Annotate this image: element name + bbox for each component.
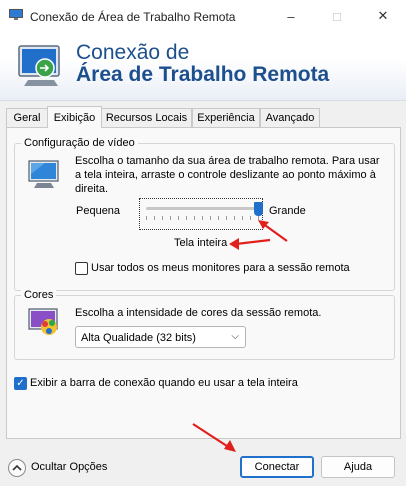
slider-tick (178, 216, 179, 220)
slider-tick (146, 216, 147, 220)
slider-tick (170, 216, 171, 220)
banner-title-line2: Área de Trabalho Remota (76, 63, 330, 86)
annotation-arrow-fullscreen-label (229, 238, 271, 250)
title-bar: Conexão de Área de Trabalho Remota – □ ✕ (0, 0, 406, 32)
slider-min-label: Pequena (76, 205, 121, 217)
slider-tick (218, 216, 219, 220)
banner-title-line1: Conexão de (76, 41, 190, 64)
slider-max-label: Grande (269, 205, 306, 217)
hide-options-label[interactable]: Ocultar Opções (31, 460, 107, 474)
connection-bar-checkbox[interactable]: ✓ (14, 377, 27, 390)
slider-tick (210, 216, 211, 220)
slider-track (146, 207, 258, 210)
tab-geral[interactable]: Geral (6, 108, 48, 127)
slider-tick (162, 216, 163, 220)
chevron-up-icon (12, 464, 22, 471)
slider-tick (250, 216, 251, 220)
slider-value-label: Tela inteira (174, 237, 228, 249)
all-monitors-label: Usar todos os meus monitores para a sess… (91, 262, 350, 274)
tab-avancado[interactable]: Avançado (260, 108, 320, 127)
chevron-down-icon: ⌵ (231, 331, 239, 342)
all-monitors-checkbox[interactable] (75, 262, 88, 275)
minimize-button[interactable]: – (268, 0, 314, 32)
slider-tick (234, 216, 235, 220)
slider-thumb[interactable] (253, 202, 263, 216)
maximize-icon: □ (333, 8, 341, 24)
display-tab-panel: Configuração de vídeo Escolha o tamanho … (6, 127, 401, 439)
remote-desktop-app-icon (9, 9, 23, 20)
slider-tick (242, 216, 243, 220)
color-palette-icon (28, 308, 58, 335)
monitor-icon (28, 160, 59, 188)
display-config-description: Escolha o tamanho da sua área de trabalh… (75, 155, 380, 195)
tab-experiencia[interactable]: Experiência (192, 108, 260, 127)
remote-desktop-logo-icon (18, 45, 60, 86)
slider-tick (186, 216, 187, 220)
colors-description: Escolha a intensidade de cores da sessão… (75, 307, 322, 319)
connect-button[interactable]: Conectar (240, 456, 314, 478)
annotation-arrow-connect (192, 423, 236, 452)
connection-bar-label: Exibir a barra de conexão quando eu usar… (30, 377, 298, 389)
tab-exibicao[interactable]: Exibição (47, 106, 102, 128)
slider-tick (154, 216, 155, 220)
hide-options-toggle[interactable] (8, 459, 26, 477)
tab-recursos-locais[interactable]: Recursos Locais (101, 108, 192, 127)
slider-tick (226, 216, 227, 220)
checkmark-icon: ✓ (16, 378, 25, 389)
color-depth-selected-value: Alta Qualidade (32 bits) (81, 332, 196, 344)
window-title: Conexão de Área de Trabalho Remota (30, 10, 236, 24)
display-config-group: Configuração de vídeo Escolha o tamanho … (14, 137, 395, 291)
header-banner: Conexão de Área de Trabalho Remota (0, 32, 406, 101)
slider-tick (194, 216, 195, 220)
color-depth-dropdown[interactable]: Alta Qualidade (32 bits) ⌵ (75, 326, 246, 348)
close-button[interactable]: ✕ (360, 0, 406, 32)
slider-tick (202, 216, 203, 220)
maximize-button: □ (314, 0, 360, 32)
minimize-icon: – (287, 8, 295, 24)
display-size-slider[interactable] (139, 198, 263, 230)
colors-group-label: Cores (21, 289, 57, 301)
help-button[interactable]: Ajuda (321, 456, 395, 478)
display-config-group-label: Configuração de vídeo (21, 137, 138, 149)
close-icon: ✕ (377, 8, 389, 23)
colors-group: Cores Escolha a intensidade de cores da … (14, 289, 395, 360)
